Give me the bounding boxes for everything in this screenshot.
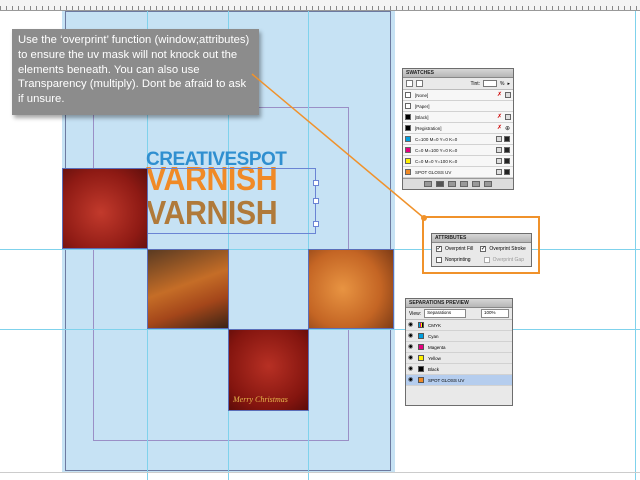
separation-color-chip (418, 344, 424, 350)
show-gradient-swatches-button[interactable] (448, 181, 456, 187)
separation-color-chip (418, 377, 424, 383)
swatch-color-chip (405, 136, 411, 142)
ink-limit-select[interactable]: 100% (481, 309, 509, 318)
separation-row[interactable]: ◉ Magenta (406, 342, 512, 353)
fill-stroke-icon[interactable] (406, 80, 413, 87)
separation-name: CMYK (428, 322, 442, 328)
swatch-type-icon (505, 92, 511, 98)
swatch-row[interactable]: C=100 M=0 Y=0 K=0 (403, 134, 513, 145)
swatch-name: SPOT GLOSS UV (415, 169, 452, 175)
swatch-row[interactable]: [Registration] ✗ ⊕ (403, 123, 513, 134)
attributes-panel[interactable]: ATTRIBUTES ✓ Overprint Fill ✓ Overprint … (431, 233, 532, 267)
swatch-name: [Registration] (415, 125, 442, 131)
swatches-toolbar: Tint: % ▸ (403, 78, 513, 90)
no-edit-icon: ✗ (496, 125, 502, 131)
no-edit-icon: ✗ (497, 92, 503, 98)
swatch-name: [None] (415, 92, 429, 98)
separation-color-chip (418, 322, 424, 328)
separation-row[interactable]: ◉ Black (406, 364, 512, 375)
swatch-type-icon (505, 114, 511, 120)
overprint-gap-checkbox[interactable] (483, 256, 490, 263)
swatch-row[interactable]: [None] ✗ (403, 90, 513, 101)
overprint-fill-label: Overprint Fill (445, 245, 474, 252)
swatch-color-chip (405, 147, 411, 153)
separation-name: Yellow (428, 355, 441, 361)
cmyk-icon (504, 158, 510, 164)
show-all-swatches-button[interactable] (424, 181, 432, 187)
eye-icon[interactable]: ◉ (408, 377, 415, 383)
eye-icon[interactable]: ◉ (408, 344, 415, 350)
attributes-row: Nonprinting Overprint Gap (432, 254, 531, 265)
swatch-row[interactable]: [Paper] (403, 101, 513, 112)
separation-color-chip (418, 333, 424, 339)
attributes-panel-title[interactable]: ATTRIBUTES (432, 234, 531, 243)
swatches-panel-title[interactable]: SWATCHES (403, 69, 513, 78)
tint-input[interactable] (483, 80, 498, 87)
separation-name: SPOT GLOSS UV (428, 377, 465, 383)
attributes-row: ✓ Overprint Fill ✓ Overprint Stroke (432, 243, 531, 254)
new-swatch-button[interactable] (472, 181, 480, 187)
overprint-fill-checkbox[interactable]: ✓ (436, 245, 442, 252)
swatch-color-chip (405, 125, 411, 131)
swatch-color-chip (405, 169, 411, 175)
tint-label: Tint: (470, 80, 481, 87)
separations-preview-panel[interactable]: SEPARATIONS PREVIEW View: Separations 10… (405, 298, 513, 406)
separations-panel-title[interactable]: SEPARATIONS PREVIEW (406, 299, 512, 308)
swatch-color-chip (405, 103, 411, 109)
eye-icon[interactable]: ◉ (408, 366, 415, 372)
cmyk-icon (504, 169, 510, 175)
show-color-swatches-button[interactable] (436, 181, 444, 187)
separation-row-selected[interactable]: ◉ SPOT GLOSS UV (406, 375, 512, 386)
registration-icon: ⊕ (504, 125, 510, 132)
cmyk-icon (504, 147, 510, 153)
eye-icon[interactable]: ◉ (408, 355, 415, 361)
view-select[interactable]: Separations (424, 309, 467, 318)
swatch-name: C=0 M=0 Y=100 K=0 (415, 158, 458, 164)
overprint-stroke-checkbox[interactable]: ✓ (480, 245, 487, 252)
tint-unit: % (500, 80, 505, 87)
swatch-row[interactable]: C=0 M=100 Y=0 K=0 (403, 145, 513, 156)
separation-row[interactable]: ◉ CMYK (406, 320, 512, 331)
process-color-icon (496, 147, 502, 153)
swatch-color-chip (405, 114, 411, 120)
swatch-row[interactable]: [Black] ✗ (403, 112, 513, 123)
swatch-name: [Paper] (415, 103, 430, 109)
trash-icon[interactable] (484, 181, 492, 187)
separations-view-bar: View: Separations 100% (406, 308, 512, 320)
separation-color-chip (418, 366, 424, 372)
separation-name: Cyan (428, 333, 439, 339)
process-color-icon (496, 136, 502, 142)
swatch-name: [Black] (415, 114, 429, 120)
separation-row[interactable]: ◉ Cyan (406, 331, 512, 342)
text-format-icon[interactable] (416, 80, 423, 87)
eye-icon[interactable]: ◉ (408, 322, 415, 328)
swatch-name: C=0 M=100 Y=0 K=0 (415, 147, 458, 153)
separation-name: Black (428, 366, 440, 372)
swatches-panel[interactable]: SWATCHES Tint: % ▸ [None] ✗ [Paper] [Bla… (402, 68, 514, 190)
callout-connector (251, 73, 427, 221)
new-color-group-button[interactable] (460, 181, 468, 187)
nonprinting-label: Nonprinting (445, 256, 471, 263)
swatch-color-chip (405, 92, 411, 98)
no-edit-icon: ✗ (497, 114, 503, 120)
overprint-gap-label: Overprint Gap (492, 256, 524, 263)
separation-name: Magenta (428, 344, 446, 350)
view-label: View: (409, 310, 422, 317)
separation-row[interactable]: ◉ Yellow (406, 353, 512, 364)
menu-arrow-icon[interactable]: ▸ (507, 81, 510, 87)
process-color-icon (496, 158, 502, 164)
spot-color-icon (496, 169, 502, 175)
eye-icon[interactable]: ◉ (408, 333, 415, 339)
overprint-stroke-label: Overprint Stroke (489, 245, 526, 252)
cmyk-icon (504, 136, 510, 142)
swatch-row[interactable]: C=0 M=0 Y=100 K=0 (403, 156, 513, 167)
swatch-color-chip (405, 158, 411, 164)
swatch-row[interactable]: SPOT GLOSS UV (403, 167, 513, 178)
swatch-name: C=100 M=0 Y=0 K=0 (415, 136, 458, 142)
nonprinting-checkbox[interactable] (436, 256, 442, 263)
swatches-footer (403, 178, 513, 189)
separation-color-chip (418, 355, 424, 361)
